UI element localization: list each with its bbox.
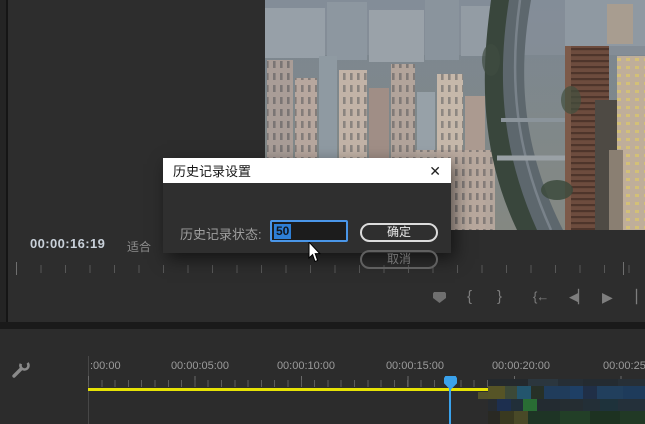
mouse-cursor bbox=[308, 242, 322, 263]
selected-input-text: 50 bbox=[274, 224, 291, 239]
mark-in-button[interactable]: { bbox=[467, 289, 472, 305]
history-state-input[interactable]: 50 bbox=[270, 220, 348, 242]
step-back-button[interactable]: ◀▏ bbox=[569, 289, 587, 305]
timeline-settings-wrench-icon[interactable] bbox=[10, 359, 32, 381]
ruler-label: 00:00:15:00 bbox=[386, 360, 444, 372]
history-state-label: 历史记录状态: bbox=[180, 224, 262, 243]
zoom-fit-select[interactable]: 适合 bbox=[127, 238, 151, 255]
ruler-label: 00:00:10:00 bbox=[277, 360, 335, 372]
ruler-label: 00:00:20:00 bbox=[492, 360, 550, 372]
cancel-button[interactable]: 取消 bbox=[360, 250, 438, 269]
app-window: 00:00:16:19 适合 { } {← ◀▏ ▶ ▏▶ :00:00 00:… bbox=[0, 0, 645, 424]
go-to-in-point-button[interactable]: {← bbox=[533, 289, 548, 305]
clip-thumbnail-strip[interactable] bbox=[488, 386, 645, 399]
step-forward-button[interactable]: ▏▶ bbox=[636, 289, 645, 305]
ruler-label: :00:00 bbox=[90, 360, 121, 372]
playhead-line bbox=[449, 388, 451, 424]
timeline-panel: :00:00 00:00:05:00 00:00:10:00 00:00:15:… bbox=[0, 329, 645, 424]
work-area-bar[interactable] bbox=[88, 388, 488, 391]
ruler-label: 00:00:25:00 bbox=[603, 360, 645, 372]
ruler-label: 00:00:05:00 bbox=[171, 360, 229, 372]
clip-thumbnail-strip[interactable] bbox=[488, 411, 645, 424]
scrubber-end-tick bbox=[623, 262, 624, 275]
play-button[interactable]: ▶ bbox=[602, 289, 613, 305]
dialog-titlebar[interactable]: 历史记录设置 ✕ bbox=[163, 158, 451, 183]
panel-left-edge bbox=[0, 0, 8, 322]
monitor-scrubber[interactable] bbox=[16, 265, 630, 273]
panel-divider[interactable] bbox=[0, 322, 645, 329]
close-icon[interactable]: ✕ bbox=[429, 164, 441, 178]
dialog-body: 历史记录状态: 50 确定 取消 bbox=[163, 183, 451, 253]
current-timecode[interactable]: 00:00:16:19 bbox=[30, 236, 105, 251]
ok-button[interactable]: 确定 bbox=[360, 223, 438, 242]
dialog-title: 历史记录设置 bbox=[173, 161, 251, 180]
clip-thumbnail-strip[interactable] bbox=[488, 399, 645, 411]
mark-out-button[interactable]: } bbox=[497, 289, 502, 305]
scrubber-start-tick bbox=[16, 262, 17, 275]
history-settings-dialog: 历史记录设置 ✕ 历史记录状态: 50 确定 取消 bbox=[163, 158, 451, 253]
clip-thumbnail-strip[interactable] bbox=[488, 379, 645, 386]
add-marker-icon[interactable] bbox=[433, 292, 446, 303]
